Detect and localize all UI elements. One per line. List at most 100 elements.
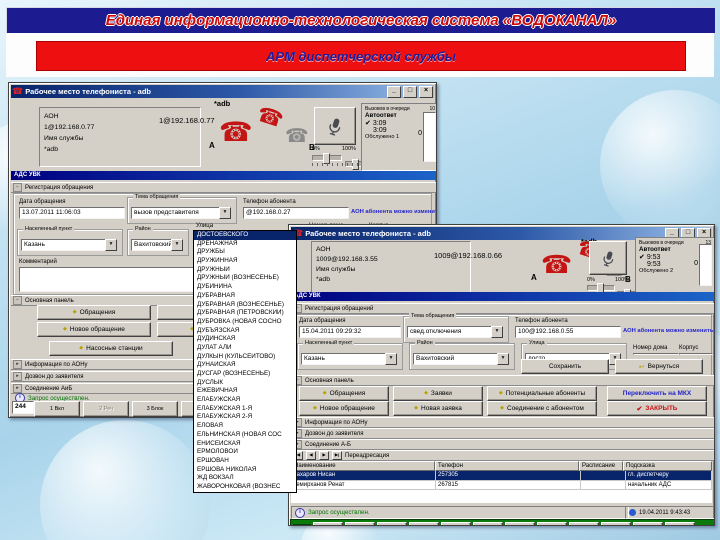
nav-prev-button[interactable]: ◀ (306, 451, 316, 460)
street-option[interactable]: ДУБРАВНАЯ (ВОЗНЕСЕНЬЕ) (194, 301, 296, 310)
connect-subscriber-button[interactable]: ◆ Соединение с абонентом (487, 401, 597, 416)
line-button-8[interactable]: 8 Лн11 (537, 522, 568, 525)
window1-registration-band[interactable]: − Регистрация обращения (11, 182, 436, 193)
callback-band[interactable]: ▸ Дозвон до заявителя (291, 428, 714, 439)
collapse-icon[interactable]: − (13, 296, 22, 305)
street-option[interactable]: ЖАВОРОНКОВАЯ (ВОЗНЕС (194, 483, 296, 492)
window2-main-panel-band[interactable]: − Основная панель (291, 375, 714, 386)
line-button-6[interactable]: 6 Лн9 (473, 522, 504, 525)
city-combo[interactable]: Казань ▼ (301, 353, 397, 365)
line-button-1[interactable]: 1 Лн1 (313, 522, 344, 525)
city-combo[interactable]: Казань ▼ (21, 239, 117, 251)
date-input[interactable]: 15.04.2011 09:29:32 (299, 326, 401, 338)
volume-slider[interactable] (587, 283, 615, 294)
switch-mkx-button[interactable]: Переключить на МКХ (607, 386, 707, 401)
chevron-down-icon[interactable]: ▼ (171, 239, 183, 251)
street-option[interactable]: ДУБЪЯЗСКАЯ (194, 327, 296, 336)
requests-button[interactable]: ◆ Заявки (393, 386, 483, 401)
street-option[interactable]: ЕРШОВАН (194, 457, 296, 466)
line-button-11[interactable]: 11 Лн14 (633, 522, 664, 525)
aon-info-band[interactable]: ▸ Информация по АОНу (291, 417, 714, 428)
street-option[interactable]: ДУЛКЫН (КУЛЬСЕИТОВО) (194, 353, 296, 362)
street-option[interactable]: ДУБРАВНАЯ (194, 292, 296, 301)
street-option[interactable]: ДУБИНИНА (194, 283, 296, 292)
house-input[interactable] (633, 353, 679, 355)
phone-input[interactable]: @192.168.0.27 (243, 207, 349, 219)
line-button-7[interactable]: 7 Лн10 (505, 522, 536, 525)
pump-stations-button[interactable]: ◆ Насосные станции (49, 341, 173, 356)
street-option[interactable]: ЕРМОЛОВОЙ (194, 448, 296, 457)
street-option[interactable]: ДУЛАТ АЛИ (194, 344, 296, 353)
street-option[interactable]: ЕРШОВА НИКОЛАЯ (194, 466, 296, 475)
street-option[interactable]: ЕЖЕВИЧНАЯ (194, 387, 296, 396)
save-button[interactable]: Сохранить (521, 359, 609, 374)
street-option[interactable]: ДУБРАВНАЯ (ПЕТРОВСКИЙ) (194, 309, 296, 318)
chevron-down-icon[interactable]: ▼ (385, 353, 397, 365)
street-option[interactable]: ЕНИСЕЙСКАЯ (194, 440, 296, 449)
line-button-5[interactable]: 5 Лн8 (441, 522, 472, 525)
key-button-3[interactable]: 3 Блок (132, 401, 178, 417)
type-combo[interactable]: свед.отключения ▼ (407, 326, 503, 338)
expand-icon[interactable]: ▸ (13, 372, 22, 381)
phone-input[interactable]: 100@192.168.0.55 (515, 326, 621, 338)
street-option[interactable]: ЕЛЬНИНСКАЯ (НОВАЯ СОС (194, 431, 296, 440)
street-option[interactable]: ДУСЛЫК (194, 379, 296, 388)
maximize-button[interactable]: □ (403, 85, 417, 98)
table-row[interactable]: Темирханов Ренат 267815 начальник АДС (291, 480, 712, 491)
street-option[interactable]: ДУДИНСКАЯ (194, 335, 296, 344)
appeals-button[interactable]: ◆ Обращения (299, 386, 389, 401)
chevron-down-icon[interactable]: ▼ (105, 239, 117, 251)
window2-registration-band[interactable]: − Регистрация обращений (291, 303, 714, 314)
table-row[interactable]: Захаров Нисан 257305 гл. диспетчеру (291, 471, 712, 481)
volume-slider[interactable] (312, 153, 342, 164)
street-option[interactable]: ДУБРОВКА (НОВАЯ СОСНО (194, 318, 296, 327)
line-button-4[interactable]: 4 Лн7 (409, 522, 440, 525)
potential-subscribers-button[interactable]: ◆ Потенциальные абоненты (487, 386, 597, 401)
street-option[interactable]: ДУСГАР (ВОЗНЕСЕНЬЕ) (194, 370, 296, 379)
expand-icon[interactable]: ▸ (13, 384, 22, 393)
line-button-12[interactable]: 12 Лн15 (665, 522, 696, 525)
chevron-down-icon[interactable]: ▼ (219, 207, 231, 219)
district-combo[interactable]: Вахитовский ▼ (413, 353, 509, 365)
chevron-down-icon[interactable]: ▼ (497, 353, 509, 365)
line-button-2[interactable]: 2 Лн5 (345, 522, 376, 525)
expand-icon[interactable]: ▸ (13, 360, 22, 369)
nav-next-button[interactable]: ▶ (319, 451, 329, 460)
date-input[interactable]: 13.07.2011 11:06:03 (19, 207, 125, 219)
line-button-9[interactable]: 9 Лн12 (569, 522, 600, 525)
street-option[interactable]: ЕЛАБУЖСКАЯ 1-Я (194, 405, 296, 414)
window1-titlebar[interactable]: ☎ Рабочее место телефониста - adb _ □ × (11, 85, 434, 98)
street-option[interactable]: ДРУЖБЫ (194, 248, 296, 257)
street-option[interactable]: ДРЕНАЖНАЯ (194, 240, 296, 249)
type-combo[interactable]: вызов представителя ▼ (131, 207, 231, 219)
chevron-down-icon[interactable]: ▼ (491, 326, 503, 338)
new-request-button[interactable]: ◆Новая заявка (393, 401, 483, 416)
street-option[interactable]: ЖД ВОКЗАЛ (194, 474, 296, 483)
connection-band[interactable]: ▸ Соединение А-Б (291, 439, 714, 450)
appeals-button[interactable]: ◆ Обращения (37, 305, 151, 320)
key-button-2[interactable]: 2 Реч (83, 401, 129, 417)
street-option[interactable]: ЕЛАБУЖСКАЯ 2-Я (194, 413, 296, 422)
collapse-icon[interactable]: − (13, 183, 22, 192)
key-button-1[interactable]: 1 Вкл (34, 401, 80, 417)
street-option[interactable]: ЕЛАБУЖСКАЯ (194, 396, 296, 405)
corpus-input[interactable] (679, 353, 713, 355)
nav-last-button[interactable]: ▶| (332, 451, 342, 460)
street-option[interactable]: ДУНАЙСКАЯ (194, 361, 296, 370)
close-button[interactable]: × (419, 85, 433, 98)
street-option[interactable]: ЕЛОВАЯ (194, 422, 296, 431)
street-option[interactable]: ДОСТОЕВСКОГО (194, 231, 296, 240)
new-appeal-button[interactable]: ◆ Новое обращение (299, 401, 389, 416)
new-appeal-button[interactable]: ◆ Новое обращение (37, 322, 151, 337)
minimize-button[interactable]: _ (387, 85, 401, 98)
microphone-button[interactable] (589, 241, 627, 275)
district-combo[interactable]: Вахитовский ▼ (131, 239, 183, 251)
microphone-button[interactable] (314, 107, 356, 145)
close-session-button[interactable]: ✔ ЗАКРЫТЬ (607, 401, 707, 416)
back-button[interactable]: ↩ Вернуться (615, 359, 703, 374)
street-option[interactable]: ДРУЖИННАЯ (194, 257, 296, 266)
line-button-10[interactable]: 10 Лн13 (601, 522, 632, 525)
street-option[interactable]: ДРУЖНЫЙ (194, 266, 296, 275)
street-option[interactable]: ДРУЖНЫЙ (ВОЗНЕСЕНЬЕ) (194, 274, 296, 283)
line-button-3[interactable]: 3 Лн6 (377, 522, 408, 525)
